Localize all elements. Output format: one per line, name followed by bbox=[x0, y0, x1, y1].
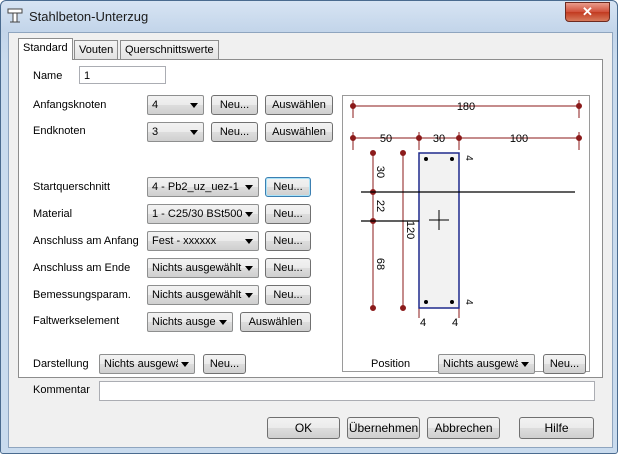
dim-height: 120 bbox=[404, 221, 416, 239]
startquerschnitt-new-button[interactable]: Neu... bbox=[265, 177, 311, 197]
beam-app-icon bbox=[7, 8, 23, 23]
anfangsknoten-select[interactable]: 4 bbox=[147, 95, 204, 115]
name-label: Name bbox=[33, 70, 63, 82]
endknoten-select-button[interactable]: Auswählen bbox=[265, 122, 333, 142]
darstellung-label: Darstellung bbox=[33, 358, 89, 370]
dim-bar-left: 4 bbox=[420, 317, 426, 329]
anschluss-ende-value: Nichts ausgewählt bbox=[152, 262, 242, 274]
endknoten-value: 3 bbox=[152, 126, 159, 138]
startquerschnitt-label: Startquerschnitt bbox=[33, 181, 111, 193]
anschluss-anfang-select[interactable]: Fest - xxxxxx bbox=[147, 231, 259, 251]
chevron-down-icon bbox=[521, 362, 529, 367]
tab-panel-standard: Name 1 Anfangsknoten 4 Neu... Auswählen … bbox=[18, 59, 603, 378]
dim-top: 180 bbox=[457, 101, 475, 113]
close-icon: ✕ bbox=[582, 4, 593, 19]
dim-cover-bottom: 4 bbox=[463, 299, 474, 305]
anschluss-ende-select[interactable]: Nichts ausgewählt bbox=[147, 258, 259, 278]
material-new-button[interactable]: Neu... bbox=[265, 204, 311, 224]
chevron-down-icon bbox=[190, 130, 198, 135]
dim-mid: 30 bbox=[433, 133, 445, 145]
bemessung-new-button[interactable]: Neu... bbox=[265, 285, 311, 305]
beam-section bbox=[418, 152, 460, 309]
startquerschnitt-value: 4 - Pb2_uz_uez-1 bbox=[152, 181, 239, 193]
endknoten-label: Endknoten bbox=[33, 125, 86, 137]
darstellung-select[interactable]: Nichts ausgewä bbox=[99, 354, 195, 374]
faltwerk-select[interactable]: Nichts ausge bbox=[147, 312, 233, 332]
cancel-button[interactable]: Abbrechen bbox=[427, 417, 500, 439]
position-new-button[interactable]: Neu... bbox=[543, 354, 586, 374]
chevron-down-icon bbox=[245, 212, 253, 217]
chevron-down-icon bbox=[245, 293, 253, 298]
chevron-down-icon bbox=[245, 185, 253, 190]
chevron-down-icon bbox=[181, 362, 189, 367]
startquerschnitt-select[interactable]: 4 - Pb2_uz_uez-1 bbox=[147, 177, 259, 197]
anschluss-anfang-value: Fest - xxxxxx bbox=[152, 235, 217, 247]
position-value: Nichts ausgewä bbox=[443, 358, 518, 370]
cross-section-preview: 180 50 30 100 30 22 68 120 4 4 4 4 bbox=[342, 95, 590, 372]
anfangsknoten-select-button[interactable]: Auswählen bbox=[265, 95, 333, 115]
bemessung-select[interactable]: Nichts ausgewählt bbox=[147, 285, 259, 305]
chevron-down-icon bbox=[245, 266, 253, 271]
chevron-down-icon bbox=[245, 239, 253, 244]
dim-right: 100 bbox=[510, 133, 528, 145]
dialog-client: Standard Vouten Querschnittswerte Name 1… bbox=[8, 32, 613, 448]
close-button[interactable]: ✕ bbox=[565, 2, 610, 22]
ok-button[interactable]: OK bbox=[267, 417, 340, 439]
dim-v-mid: 22 bbox=[374, 200, 386, 212]
dim-bar-right: 4 bbox=[452, 317, 458, 329]
title-bar[interactable]: Stahlbeton-Unterzug ✕ bbox=[1, 1, 617, 31]
dim-v-top: 30 bbox=[374, 166, 386, 178]
chevron-down-icon bbox=[219, 320, 227, 325]
anfangsknoten-label: Anfangsknoten bbox=[33, 99, 107, 111]
dim-left: 50 bbox=[380, 133, 392, 145]
darstellung-value: Nichts ausgewä bbox=[104, 358, 178, 370]
anschluss-ende-new-button[interactable]: Neu... bbox=[265, 258, 311, 278]
anschluss-anfang-label: Anschluss am Anfang bbox=[33, 235, 139, 247]
faltwerk-label: Faltwerkselement bbox=[33, 315, 120, 327]
anschluss-anfang-new-button[interactable]: Neu... bbox=[265, 231, 311, 251]
tab-vouten[interactable]: Vouten bbox=[74, 40, 119, 59]
position-select[interactable]: Nichts ausgewä bbox=[438, 354, 535, 374]
endknoten-new-button[interactable]: Neu... bbox=[211, 122, 258, 142]
dialog-window: Stahlbeton-Unterzug ✕ Standard Vouten Qu… bbox=[0, 0, 618, 454]
kommentar-input[interactable] bbox=[99, 381, 595, 401]
anfangsknoten-value: 4 bbox=[152, 99, 159, 111]
material-select[interactable]: 1 - C25/30 BSt500 bbox=[147, 204, 259, 224]
bemessung-value: Nichts ausgewählt bbox=[152, 289, 242, 301]
material-label: Material bbox=[33, 208, 73, 220]
tab-standard[interactable]: Standard bbox=[18, 38, 73, 60]
anschluss-ende-label: Anschluss am Ende bbox=[33, 262, 131, 274]
help-button[interactable]: Hilfe bbox=[519, 417, 594, 439]
dim-cover-top: 4 bbox=[463, 155, 474, 161]
faltwerk-value: Nichts ausge bbox=[152, 316, 216, 328]
tab-querschnittswerte[interactable]: Querschnittswerte bbox=[120, 40, 219, 59]
kommentar-label: Kommentar bbox=[33, 384, 90, 396]
apply-button[interactable]: Übernehmen bbox=[347, 417, 420, 439]
material-value: 1 - C25/30 BSt500 bbox=[152, 208, 242, 220]
endknoten-select[interactable]: 3 bbox=[147, 122, 204, 142]
name-input[interactable]: 1 bbox=[79, 66, 166, 84]
dim-v-bottom: 68 bbox=[374, 258, 386, 270]
chevron-down-icon bbox=[190, 103, 198, 108]
window-title: Stahlbeton-Unterzug bbox=[29, 9, 149, 24]
bemessung-label: Bemessungsparam. bbox=[33, 289, 131, 301]
darstellung-new-button[interactable]: Neu... bbox=[203, 354, 246, 374]
position-label: Position bbox=[371, 358, 411, 370]
faltwerk-select-button[interactable]: Auswählen bbox=[240, 312, 311, 332]
anfangsknoten-new-button[interactable]: Neu... bbox=[211, 95, 258, 115]
